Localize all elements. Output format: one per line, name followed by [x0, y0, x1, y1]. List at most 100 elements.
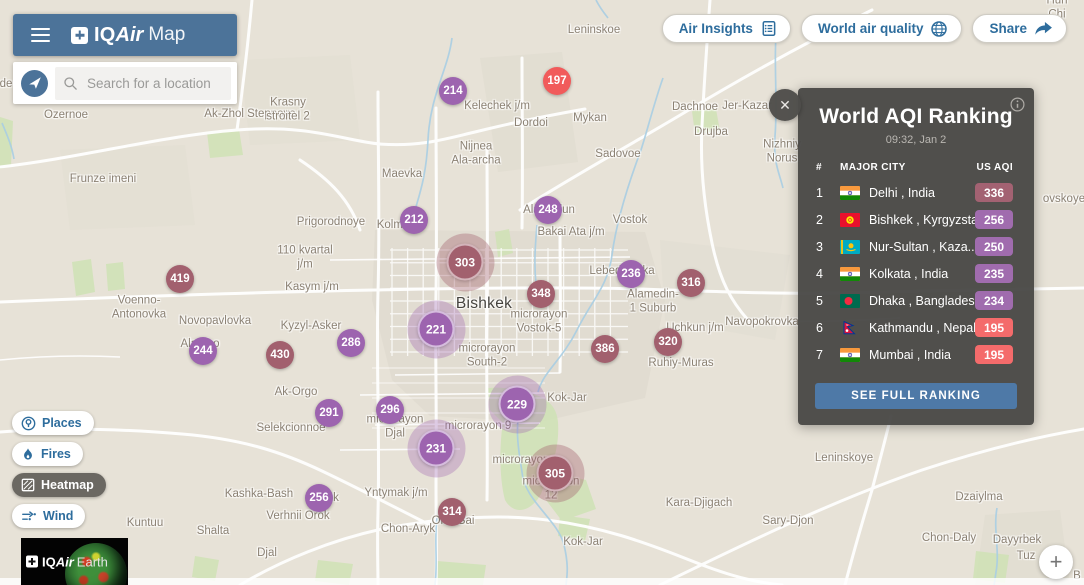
search-input[interactable]: [85, 74, 223, 92]
share-button-label: Share: [989, 21, 1027, 36]
iqair-earth-logo: IQ Air Earth: [26, 554, 108, 569]
panel-close-icon[interactable]: ✕: [769, 89, 801, 121]
ranking-row[interactable]: 1 Delhi , India 336: [798, 179, 1034, 206]
aqi-station-marker[interactable]: 419: [166, 265, 194, 293]
iqair-map-app: Hun ChiKairmaLeninskoeOzernoeAk-Zhol Ste…: [0, 0, 1084, 585]
aqi-station-marker[interactable]: 348: [527, 280, 555, 308]
kazakhstan-flag-icon: [840, 239, 860, 254]
brand-suffix: Map: [148, 24, 186, 45]
aqi-station-marker[interactable]: 430: [266, 341, 294, 369]
earth-brand-air: Air: [55, 554, 74, 569]
aqi-station-marker[interactable]: 231: [417, 429, 455, 467]
iqair-plus-icon: [71, 26, 88, 44]
city-name: Mumbai , India: [869, 347, 951, 362]
aqi-station-marker[interactable]: 229: [498, 385, 536, 423]
rank-number: 3: [816, 239, 823, 254]
aqi-badge: 195: [975, 345, 1013, 364]
aqi-badge: 234: [975, 291, 1013, 310]
heatmap-button-label: Heatmap: [41, 478, 94, 492]
rank-number: 1: [816, 185, 823, 200]
share-arrow-icon: [1034, 21, 1053, 36]
aqi-station-marker[interactable]: 197: [543, 67, 571, 95]
city-name: Kathmandu , Nepal: [869, 320, 975, 335]
aqi-station-marker[interactable]: 320: [654, 328, 682, 356]
heatmap-button[interactable]: Heatmap: [12, 473, 106, 497]
navigation-arrow-icon: [27, 75, 43, 91]
aqi-badge: 336: [975, 183, 1013, 202]
locate-me-button[interactable]: [21, 69, 48, 97]
aqi-station-marker[interactable]: 286: [337, 329, 365, 357]
aqi-badge: 256: [975, 210, 1013, 229]
place-pin-icon: [21, 416, 36, 431]
rank-number: 2: [816, 212, 823, 227]
search-icon: [63, 76, 78, 91]
ranking-rows: 1 Delhi , India 336 2 Bishkek , Kyrgyzstan 25…: [798, 179, 1034, 368]
city-name: Nur-Sultan , Kaza...: [869, 239, 975, 254]
search-bar: [13, 62, 237, 104]
map-attribution-bar: [0, 578, 1084, 585]
ranking-column-headers: # MAJOR CITY US AQI: [816, 162, 1013, 173]
share-button[interactable]: Share: [972, 14, 1067, 43]
aqi-station-marker[interactable]: 386: [591, 335, 619, 363]
panel-title: World AQI Ranking: [819, 105, 1013, 128]
app-header: IQ Air Map: [13, 14, 237, 56]
flame-icon: [21, 447, 35, 462]
world-air-quality-button[interactable]: World air quality: [800, 14, 963, 43]
ranking-row[interactable]: 7 Mumbai , India 195: [798, 341, 1034, 368]
aqi-station-marker[interactable]: 303: [446, 243, 484, 281]
ranking-row[interactable]: 4 Kolkata , India 235: [798, 260, 1034, 287]
rank-number: 4: [816, 266, 823, 281]
ranking-row[interactable]: 6 Kathmandu , Nepal 195: [798, 314, 1034, 341]
earth-brand-suffix: Earth: [76, 554, 108, 569]
earth-brand-prefix: IQ: [42, 554, 56, 569]
zoom-in-button[interactable]: +: [1039, 545, 1073, 579]
globe-icon: [930, 20, 948, 38]
column-city: MAJOR CITY: [840, 162, 906, 173]
rank-number: 7: [816, 347, 823, 362]
kyrgyzstan-flag-icon: [840, 212, 860, 227]
aqi-badge: 195: [975, 318, 1013, 337]
column-aqi: US AQI: [976, 162, 1013, 173]
iqair-plus-icon: [26, 555, 38, 568]
list-icon: [760, 20, 777, 37]
hamburger-menu-icon[interactable]: [31, 24, 50, 46]
aqi-station-marker[interactable]: 244: [189, 337, 217, 365]
iqair-earth-preview[interactable]: IQ Air Earth: [21, 538, 128, 585]
wind-button-label: Wind: [43, 509, 74, 523]
aqi-station-marker[interactable]: 212: [400, 206, 428, 234]
aqi-station-marker[interactable]: 256: [305, 484, 333, 512]
aqi-station-marker[interactable]: 305: [536, 454, 574, 492]
aqi-station-marker[interactable]: 316: [677, 269, 705, 297]
ranking-row[interactable]: 3 Nur-Sultan , Kaza... 250: [798, 233, 1034, 260]
ranking-row[interactable]: 2 Bishkek , Kyrgyzstan 256: [798, 206, 1034, 233]
city-name: Delhi , India: [869, 185, 936, 200]
india-flag-icon: [840, 347, 860, 362]
heatmap-icon: [21, 478, 35, 492]
aqi-station-marker[interactable]: 248: [534, 196, 562, 224]
ranking-row[interactable]: 5 Dhaka , Bangladesh 234: [798, 287, 1034, 314]
panel-timestamp: 09:32, Jan 2: [885, 134, 947, 146]
brand-prefix: IQ: [94, 23, 116, 46]
search-field: [55, 66, 231, 100]
info-icon[interactable]: [1010, 97, 1025, 115]
city-name: Kolkata , India: [869, 266, 949, 281]
world-aqi-ranking-panel: World AQI Ranking 09:32, Jan 2 # MAJOR C…: [798, 88, 1034, 425]
aqi-station-marker[interactable]: 291: [315, 399, 343, 427]
aqi-station-marker[interactable]: 236: [617, 260, 645, 288]
aqi-station-marker[interactable]: 296: [376, 396, 404, 424]
fires-button[interactable]: Fires: [12, 442, 83, 466]
see-full-ranking-button[interactable]: SEE FULL RANKING: [815, 383, 1017, 409]
brand-air: Air: [115, 23, 144, 46]
iqair-map-logo: IQ Air Map: [71, 24, 185, 47]
wind-button[interactable]: Wind: [12, 504, 86, 528]
aqi-station-marker[interactable]: 214: [439, 77, 467, 105]
aqi-station-marker[interactable]: 221: [417, 310, 455, 348]
aqi-station-marker[interactable]: 314: [438, 498, 466, 526]
places-button-label: Places: [42, 416, 82, 430]
india-flag-icon: [840, 266, 860, 281]
aqi-badge: 235: [975, 264, 1013, 283]
places-button[interactable]: Places: [12, 411, 94, 435]
city-name: Dhaka , Bangladesh: [869, 293, 975, 308]
aqi-badge: 250: [975, 237, 1013, 256]
air-insights-button[interactable]: Air Insights: [661, 14, 791, 43]
